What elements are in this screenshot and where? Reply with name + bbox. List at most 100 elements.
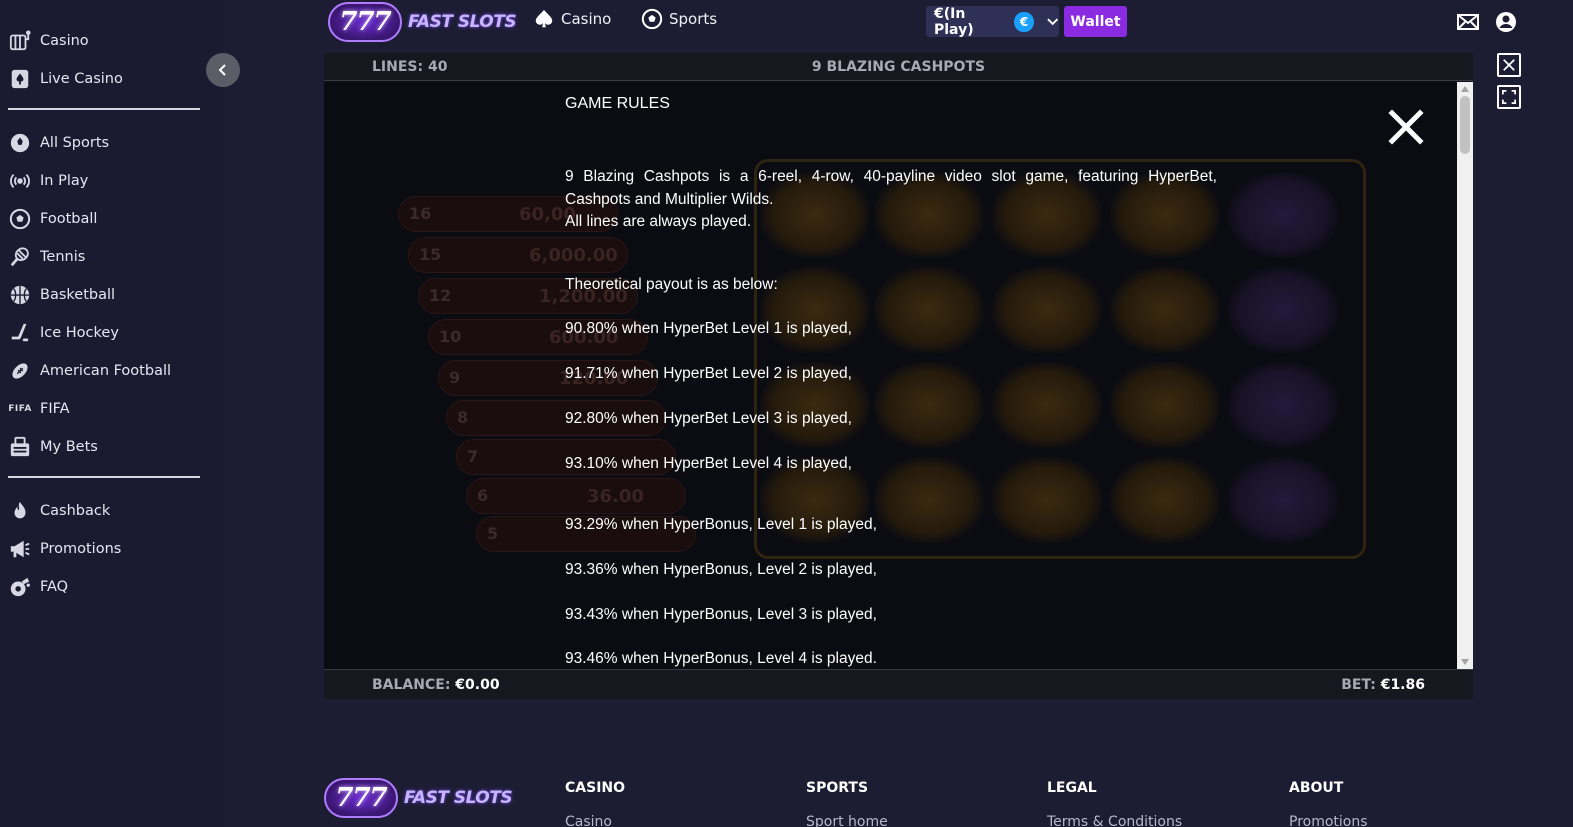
in-play-icon — [8, 169, 32, 193]
game-title: 9 BLAZING CASHPOTS — [811, 59, 986, 75]
bet-value: €1.86 — [1380, 677, 1425, 693]
tennis-icon — [8, 245, 32, 269]
rules-payout-line: 91.71% when HyperBet Level 2 is played, — [565, 365, 852, 382]
sidebar-item-ice-hockey[interactable]: Ice Hockey — [0, 314, 222, 352]
reel — [988, 162, 1106, 552]
sidebar-item-all-sports[interactable]: All Sports — [0, 124, 222, 162]
sidebar-item-label: My Bets — [40, 439, 98, 455]
live-casino-icon — [8, 67, 32, 91]
game-footer: BALANCE: €0.00 BET: €1.86 — [324, 669, 1473, 699]
reel — [1224, 162, 1342, 552]
footer-link[interactable]: Terms & Conditions — [1047, 814, 1182, 827]
game-header: LINES: 40 9 BLAZING CASHPOTS — [324, 53, 1473, 81]
sidebar-item-my-bets[interactable]: My Bets — [0, 428, 222, 466]
sidebar-item-american-football[interactable]: American Football — [0, 352, 222, 390]
football-icon — [8, 207, 32, 231]
spade-icon — [535, 9, 553, 28]
nav-casino-label: Casino — [561, 10, 612, 28]
logo-text: FAST SLOTS — [408, 12, 517, 32]
sidebar-group-extras: Cashback Promotions FAQ — [0, 492, 222, 606]
euro-icon: € — [1014, 11, 1034, 32]
close-rules-icon[interactable] — [1386, 107, 1426, 147]
sidebar-item-label: Casino — [40, 33, 89, 49]
balance-dropdown[interactable]: €(In Play) € — [926, 6, 1059, 38]
sidebar-item-fifa[interactable]: FIFA FIFA — [0, 390, 222, 428]
cashback-icon — [8, 499, 32, 523]
user-icon[interactable] — [1494, 10, 1518, 34]
ice-hockey-icon — [8, 321, 32, 345]
sidebar-item-casino[interactable]: Casino — [0, 22, 222, 60]
footer-link[interactable]: Sport home — [806, 814, 888, 827]
sidebar-item-cashback[interactable]: Cashback — [0, 492, 222, 530]
soccer-ball-icon — [641, 8, 663, 30]
basketball-icon — [8, 283, 32, 307]
scroll-thumb[interactable] — [1460, 96, 1470, 154]
mail-icon[interactable] — [1456, 10, 1480, 34]
wallet-button[interactable]: Wallet — [1064, 6, 1127, 37]
nav-sports-label: Sports — [669, 10, 718, 28]
sidebar-item-football[interactable]: Football — [0, 200, 222, 238]
logo-777: 777 — [324, 778, 398, 818]
fullscreen-button[interactable] — [1497, 85, 1521, 109]
footer-link[interactable]: Promotions — [1289, 814, 1368, 827]
rules-payout-line: 93.46% when HyperBonus, Level 4 is playe… — [565, 650, 877, 667]
sidebar-divider — [8, 476, 200, 478]
reel — [756, 162, 874, 552]
sidebar: Casino Live Casino All Sports In Play Fo… — [0, 0, 222, 827]
balance-value: €0.00 — [455, 677, 500, 693]
fifa-icon: FIFA — [8, 404, 32, 414]
sidebar-item-live-casino[interactable]: Live Casino — [0, 60, 222, 98]
chevron-down-icon — [1046, 17, 1058, 25]
sidebar-item-label: Ice Hockey — [40, 325, 119, 341]
sidebar-item-label: Live Casino — [40, 71, 123, 87]
faq-icon — [8, 575, 32, 599]
scroll-up-icon[interactable] — [1461, 86, 1469, 92]
reel — [1106, 162, 1224, 552]
casino-icon — [8, 29, 32, 53]
balance-display: BALANCE: €0.00 — [372, 677, 500, 693]
nav-sports[interactable]: Sports — [641, 8, 717, 30]
sidebar-collapse-button[interactable] — [206, 53, 240, 87]
all-sports-icon — [8, 131, 32, 155]
sidebar-item-label: FAQ — [40, 579, 69, 595]
sidebar-item-tennis[interactable]: Tennis — [0, 238, 222, 276]
sidebar-item-label: Cashback — [40, 503, 111, 519]
prize-ladder-row: 6 36.00 — [466, 478, 686, 514]
promotions-icon — [8, 537, 32, 561]
footer-heading-sports: SPORTS — [806, 780, 869, 796]
nav-casino[interactable]: Casino — [533, 8, 611, 30]
sidebar-item-label: Basketball — [40, 287, 116, 303]
bet-display: BET: €1.86 — [1341, 677, 1425, 693]
close-icon — [1503, 59, 1515, 71]
footer-heading-legal: LEGAL — [1047, 780, 1097, 796]
rules-scrollbar[interactable] — [1457, 82, 1473, 669]
prize-ladder-row: 15 6,000.00 — [408, 237, 628, 273]
sidebar-divider — [8, 108, 200, 110]
logo-text: FAST SLOTS — [404, 788, 513, 808]
sidebar-item-label: All Sports — [40, 135, 110, 151]
sidebar-item-label: Promotions — [40, 541, 122, 557]
game-viewport[interactable]: 16 60,00 15 6,000.00 12 1,200.00 10 600.00 9… — [324, 82, 1473, 669]
brand-logo[interactable]: 777 FAST SLOTS — [328, 2, 517, 42]
rules-payout-line: 93.10% when HyperBet Level 4 is played, — [565, 455, 852, 472]
rules-payout-heading: Theoretical payout is as below: — [565, 276, 778, 293]
rules-all-lines: All lines are always played. — [565, 213, 752, 230]
sidebar-item-label: Tennis — [40, 249, 86, 265]
rules-payout-line: 93.29% when HyperBonus, Level 1 is playe… — [565, 516, 877, 533]
sidebar-item-promotions[interactable]: Promotions — [0, 530, 222, 568]
sidebar-item-label: American Football — [40, 363, 172, 379]
game-frame: LINES: 40 9 BLAZING CASHPOTS 16 60,00 15 6… — [324, 53, 1473, 699]
footer-link[interactable]: Casino — [565, 814, 612, 827]
sidebar-item-label: FIFA — [40, 401, 70, 417]
my-bets-icon — [8, 435, 32, 459]
sidebar-item-faq[interactable]: FAQ — [0, 568, 222, 606]
footer-logo[interactable]: 777 FAST SLOTS — [324, 778, 513, 818]
sidebar-item-basketball[interactable]: Basketball — [0, 276, 222, 314]
sidebar-group-sports: All Sports In Play Football Tennis Baske… — [0, 124, 222, 466]
sidebar-item-in-play[interactable]: In Play — [0, 162, 222, 200]
close-game-button[interactable] — [1497, 53, 1521, 77]
scroll-down-icon[interactable] — [1461, 659, 1469, 665]
rules-payout-line: 93.36% when HyperBonus, Level 2 is playe… — [565, 561, 877, 578]
fullscreen-icon — [1502, 90, 1516, 104]
footer-heading-casino: CASINO — [565, 780, 626, 796]
